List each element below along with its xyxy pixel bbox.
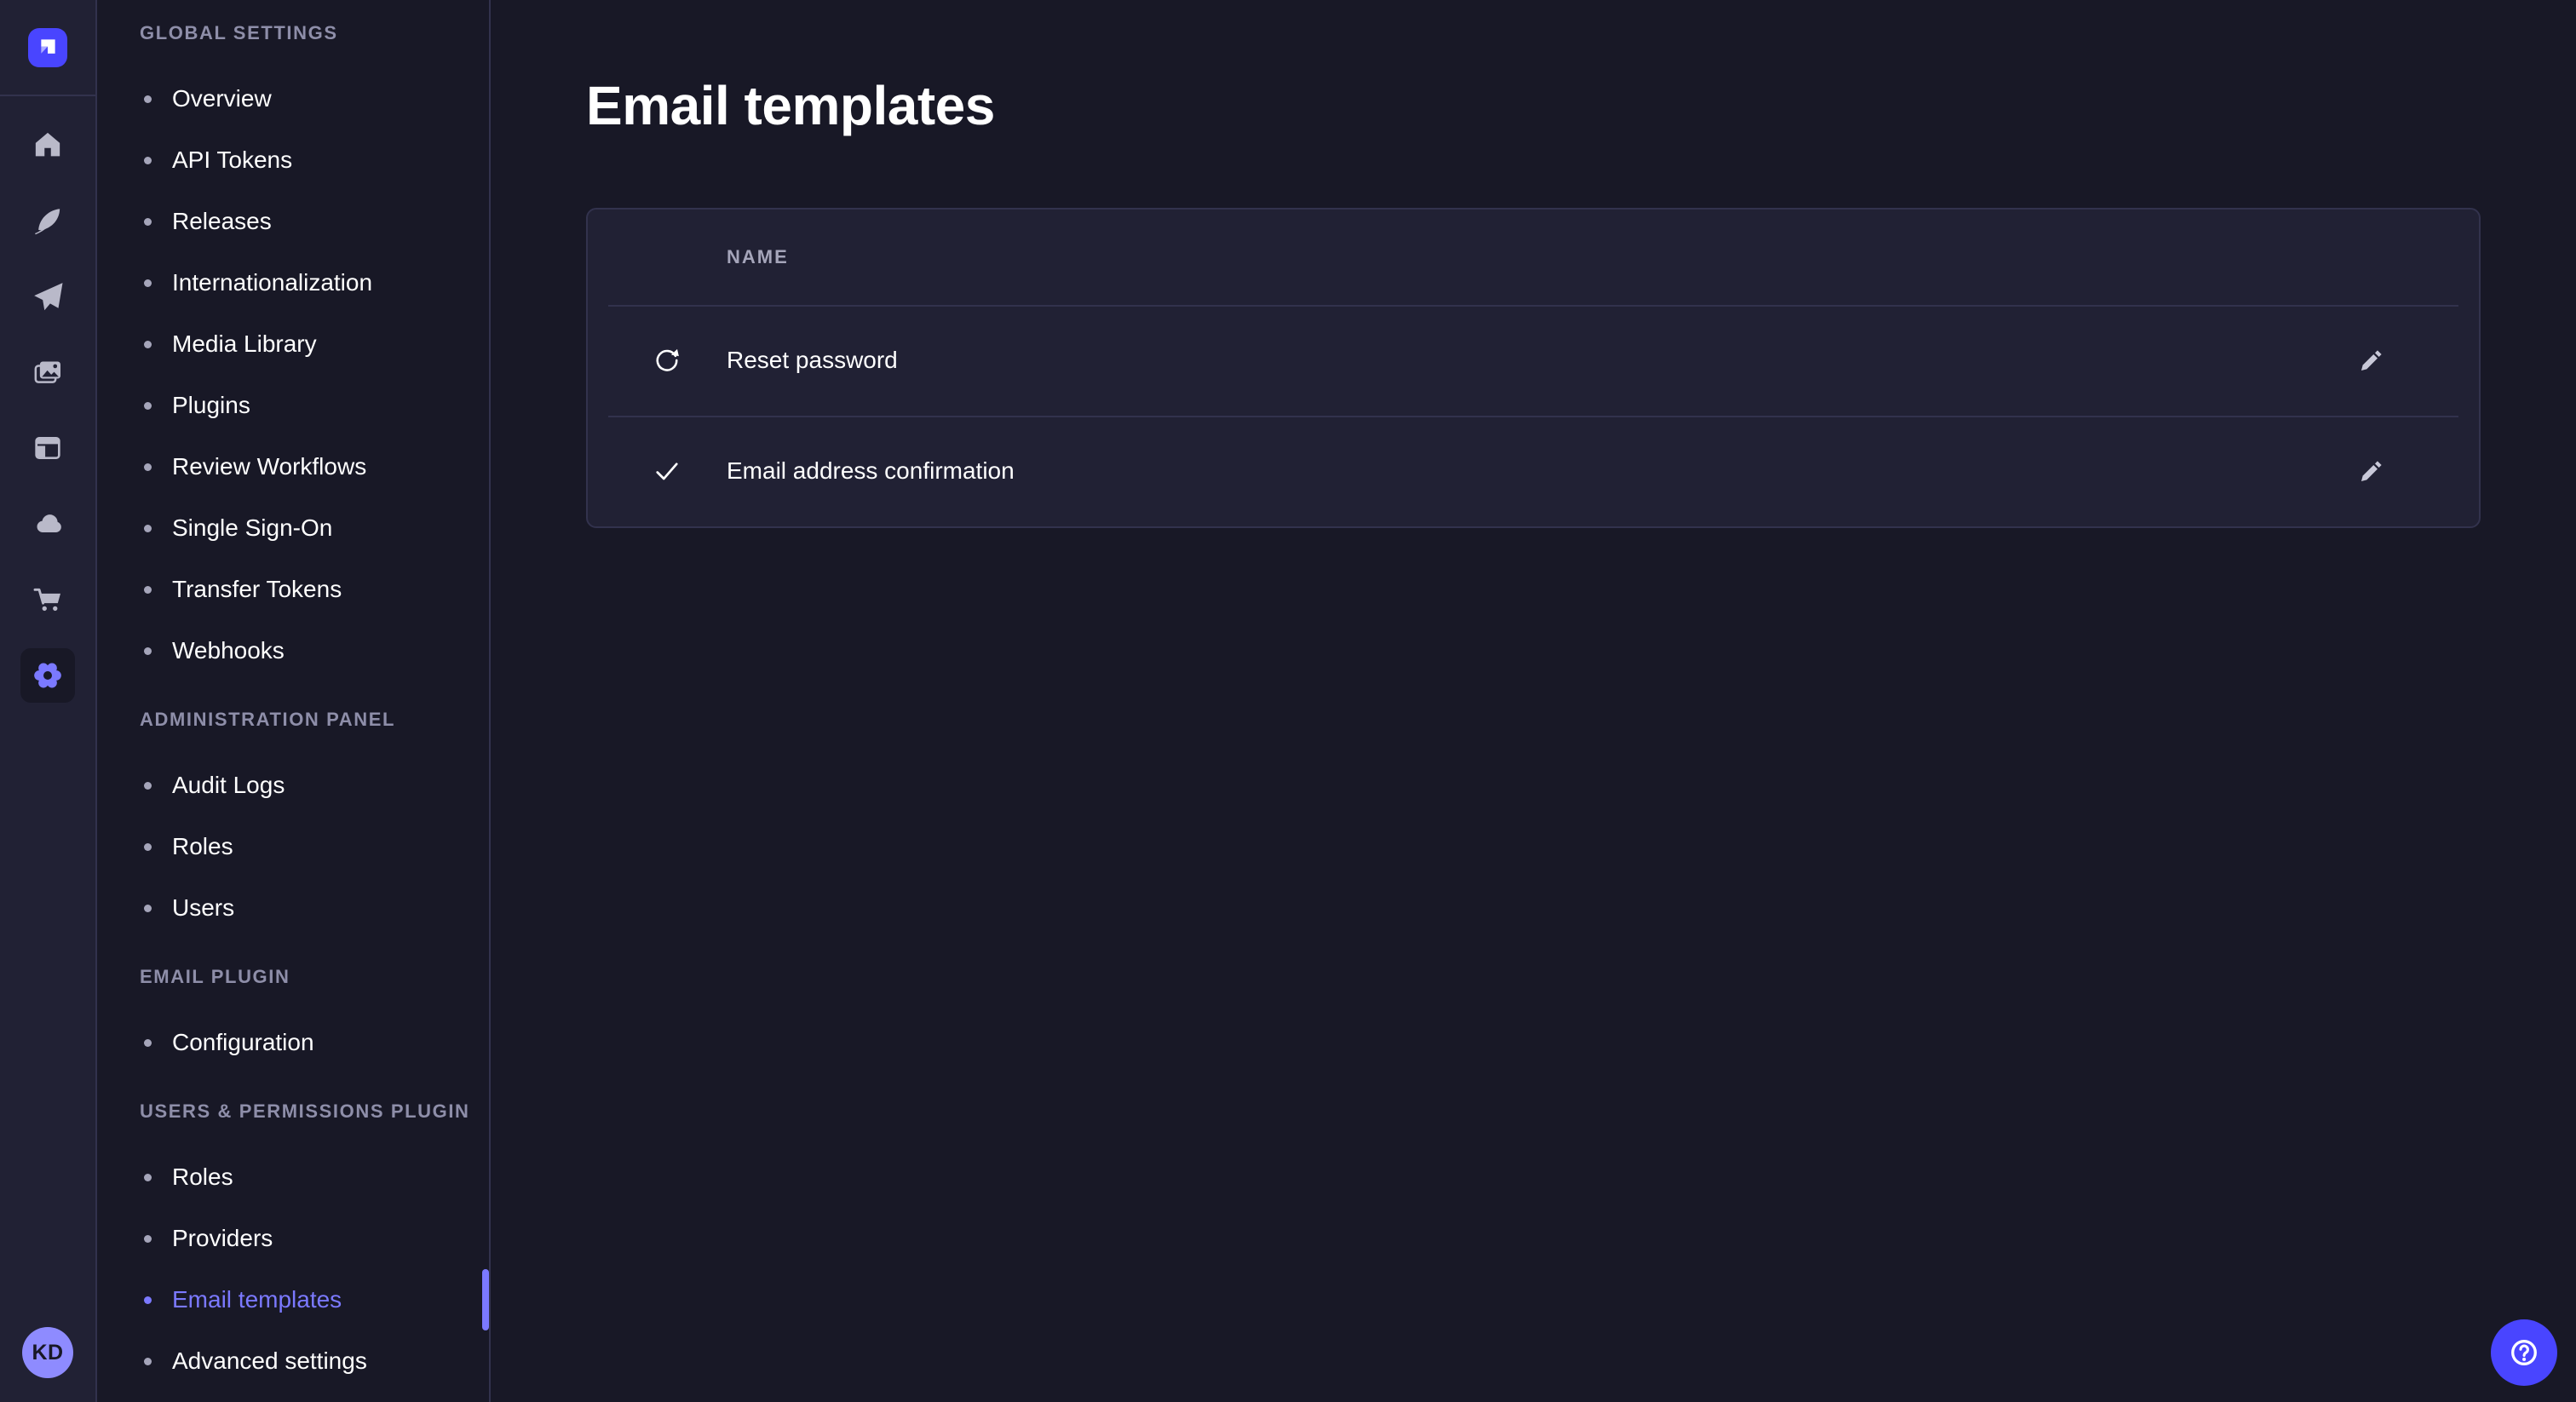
sidebar-item-label: Internationalization: [172, 269, 372, 296]
sidebar-item-releases[interactable]: Releases: [140, 191, 489, 252]
bullet-icon: [144, 586, 152, 594]
bullet-icon: [144, 463, 152, 471]
avatar[interactable]: KD: [22, 1327, 73, 1378]
sidebar-item-label: Plugins: [172, 392, 250, 419]
table-row-reset-password[interactable]: Reset password: [588, 305, 2479, 416]
template-name: Email address confirmation: [727, 457, 1015, 485]
paper-plane-icon[interactable]: [20, 269, 75, 324]
bullet-icon: [144, 782, 152, 790]
sidebar-item-label: Webhooks: [172, 637, 285, 664]
cart-icon[interactable]: [20, 572, 75, 627]
section-global-settings: Global settings Overview API Tokens Rele…: [140, 22, 489, 681]
bullet-icon: [144, 843, 152, 851]
template-name: Reset password: [727, 347, 898, 374]
sidebar-item-single-sign-on[interactable]: Single Sign-On: [140, 497, 489, 559]
media-library-icon[interactable]: [20, 345, 75, 399]
sidebar-item-label: Media Library: [172, 330, 317, 358]
column-header-name: Name: [727, 246, 789, 268]
bullet-icon: [144, 1358, 152, 1365]
section-heading: Administration panel: [140, 709, 489, 731]
sidebar-item-advanced-settings[interactable]: Advanced settings: [140, 1330, 489, 1392]
pencil-icon: [2356, 347, 2383, 374]
sidebar-item-label: Configuration: [172, 1029, 314, 1056]
sidebar-item-label: Providers: [172, 1225, 273, 1252]
app-window: KD Global settings Overview API Tokens R…: [0, 0, 2576, 1402]
sidebar-item-review-workflows[interactable]: Review Workflows: [140, 436, 489, 497]
edit-button[interactable]: [2346, 447, 2394, 495]
sidebar-item-api-tokens[interactable]: API Tokens: [140, 129, 489, 191]
sidebar-item-admin-users[interactable]: Users: [140, 877, 489, 939]
sidebar-item-providers[interactable]: Providers: [140, 1208, 489, 1269]
section-heading: Users & Permissions plugin: [140, 1100, 489, 1123]
bullet-icon: [144, 95, 152, 103]
table-row-email-confirmation[interactable]: Email address confirmation: [588, 416, 2479, 526]
feather-icon[interactable]: [20, 193, 75, 248]
strapi-logo-glyph: [28, 28, 67, 67]
bullet-icon: [144, 905, 152, 912]
bullet-icon: [144, 1296, 152, 1304]
sidebar-item-up-roles[interactable]: Roles: [140, 1146, 489, 1208]
section-administration-panel: Administration panel Audit Logs Roles Us…: [140, 709, 489, 939]
sidebar-item-internationalization[interactable]: Internationalization: [140, 252, 489, 313]
sidebar-item-label: Review Workflows: [172, 453, 366, 480]
table-header-row: Name: [588, 210, 2479, 305]
sidebar-item-label: Users: [172, 894, 234, 922]
bullet-icon: [144, 402, 152, 410]
email-templates-table: Name Reset password: [586, 208, 2481, 528]
sidebar-item-configuration[interactable]: Configuration: [140, 1012, 489, 1073]
question-mark-icon: [2505, 1334, 2543, 1371]
sidebar-item-label: Advanced settings: [172, 1347, 367, 1375]
cloud-icon[interactable]: [20, 497, 75, 551]
bullet-icon: [144, 1174, 152, 1181]
layout-icon[interactable]: [20, 421, 75, 475]
logo-cell: [0, 0, 95, 96]
check-icon: [652, 456, 682, 486]
page-title: Email templates: [586, 75, 2481, 136]
sidebar-item-label: Audit Logs: [172, 772, 285, 799]
sidebar-item-label: Email templates: [172, 1286, 342, 1313]
main-nav: KD: [0, 0, 97, 1402]
home-icon[interactable]: [20, 118, 75, 172]
bullet-icon: [144, 341, 152, 348]
sidebar-item-label: Overview: [172, 85, 272, 112]
bullet-icon: [144, 218, 152, 226]
section-heading: Global settings: [140, 22, 489, 44]
sidebar-item-transfer-tokens[interactable]: Transfer Tokens: [140, 559, 489, 620]
section-heading: Email plugin: [140, 966, 489, 988]
help-button[interactable]: [2491, 1319, 2557, 1386]
sidebar-item-admin-roles[interactable]: Roles: [140, 816, 489, 877]
sidebar-item-label: API Tokens: [172, 147, 292, 174]
bullet-icon: [144, 1235, 152, 1243]
sidebar-item-label: Transfer Tokens: [172, 576, 342, 603]
edit-button[interactable]: [2346, 336, 2394, 384]
sidebar-item-email-templates[interactable]: Email templates: [140, 1269, 489, 1330]
sidebar-item-overview[interactable]: Overview: [140, 68, 489, 129]
gear-icon[interactable]: [20, 648, 75, 703]
bullet-icon: [144, 525, 152, 532]
settings-subnav: Global settings Overview API Tokens Rele…: [97, 0, 491, 1402]
sidebar-item-webhooks[interactable]: Webhooks: [140, 620, 489, 681]
sidebar-item-audit-logs[interactable]: Audit Logs: [140, 755, 489, 816]
pencil-icon: [2356, 457, 2383, 485]
sidebar-item-plugins[interactable]: Plugins: [140, 375, 489, 436]
icon-nav-list: [20, 118, 75, 703]
section-users-permissions-plugin: Users & Permissions plugin Roles Provide…: [140, 1100, 489, 1392]
section-email-plugin: Email plugin Configuration: [140, 966, 489, 1073]
sidebar-item-label: Roles: [172, 833, 233, 860]
sidebar-item-label: Releases: [172, 208, 272, 235]
refresh-icon: [652, 345, 682, 376]
sidebar-item-label: Roles: [172, 1164, 233, 1191]
active-indicator: [482, 1269, 489, 1330]
bullet-icon: [144, 1039, 152, 1047]
bullet-icon: [144, 647, 152, 655]
sidebar-item-media-library[interactable]: Media Library: [140, 313, 489, 375]
bullet-icon: [144, 279, 152, 287]
strapi-logo[interactable]: [28, 28, 67, 67]
bullet-icon: [144, 157, 152, 164]
sidebar-item-label: Single Sign-On: [172, 514, 332, 542]
main-content: Email templates Name Reset password: [491, 0, 2576, 1402]
